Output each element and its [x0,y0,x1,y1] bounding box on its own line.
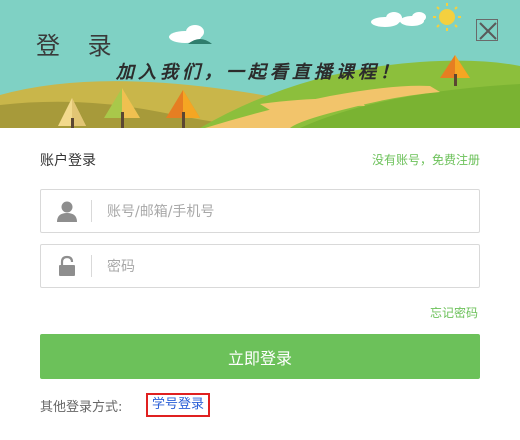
username-input[interactable] [105,190,469,234]
field-separator [91,255,92,277]
slogan-text: 加入我们，一起看直播课程！ [116,62,402,83]
other-login-label: 其他登录方式: [40,400,123,415]
student-id-login-link[interactable]: 学号登录 [146,393,211,417]
forgot-password-link[interactable]: 忘记密码 [430,304,478,321]
account-login-title: 账户登录 [40,153,96,169]
username-field [40,189,480,234]
field-separator [91,200,92,222]
dialog-title: 登 录 [36,32,122,60]
login-button[interactable]: 立即登录 [40,334,480,379]
close-icon [479,22,497,40]
lock-icon [59,255,75,276]
register-link[interactable]: 没有账号，免费注册 [372,151,480,168]
password-input[interactable] [105,245,469,289]
user-icon [57,201,77,222]
close-button[interactable] [476,19,498,41]
password-field [40,244,480,289]
